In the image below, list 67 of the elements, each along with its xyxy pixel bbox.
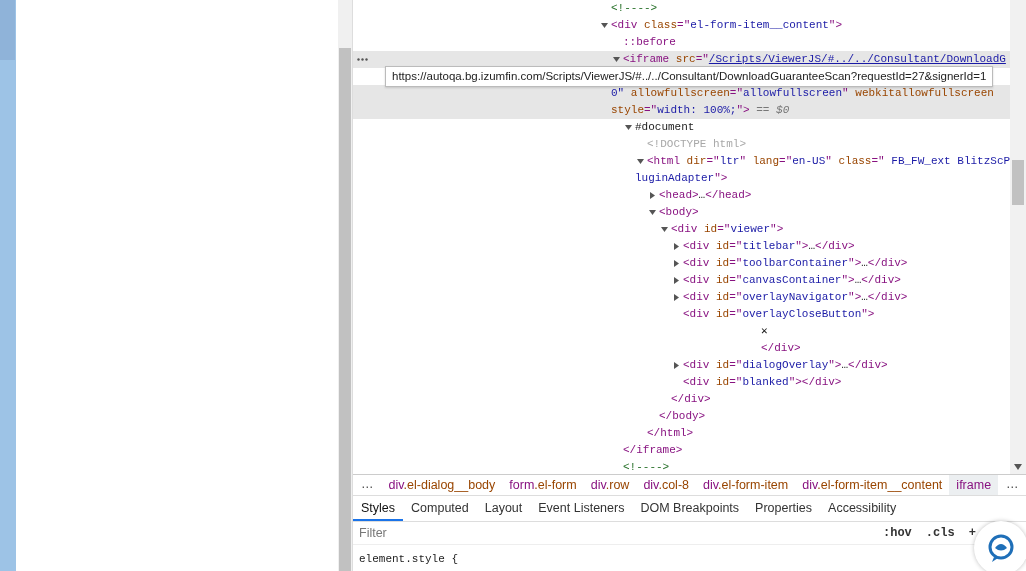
scrollbar[interactable]	[0, 0, 16, 571]
more-icon[interactable]	[357, 58, 368, 61]
breadcrumb-item[interactable]: div.col-8	[636, 475, 696, 495]
expanded-arrow-icon[interactable]	[649, 209, 656, 216]
expanded-arrow-icon[interactable]	[661, 226, 668, 233]
dom-node[interactable]: <html dir="ltr" lang="en-US" class=" FB_FW_ext BlitzScP	[647, 155, 1010, 167]
collapsed-arrow-icon[interactable]	[673, 294, 680, 301]
collapsed-arrow-icon[interactable]	[673, 243, 680, 250]
breadcrumb-item[interactable]: div.el-dialog__body	[381, 475, 503, 495]
dom-node[interactable]: ::before	[623, 36, 676, 48]
collapsed-arrow-icon[interactable]	[673, 362, 680, 369]
style-rule: element.style {	[359, 551, 459, 567]
dom-node[interactable]: <!---->	[623, 461, 670, 473]
breadcrumb-item[interactable]: form.el-form	[502, 475, 584, 495]
url-tooltip: https://autoqa.bg.izumfin.com/Scripts/ViewerJS/#../../Consultant/DownloadGuaranteeScan?requestId=27&signerId=1	[385, 66, 994, 87]
dom-node[interactable]: <head>…</head>	[659, 189, 752, 201]
expanded-arrow-icon[interactable]	[613, 56, 620, 63]
text-content: ✕	[761, 325, 768, 337]
expanded-arrow-icon[interactable]	[637, 158, 644, 165]
panel-tab[interactable]: Event Listeners	[530, 495, 633, 521]
dom-node[interactable]: <div id="viewer">	[671, 223, 784, 235]
dom-node[interactable]: <div id="overlayCloseButton">	[683, 308, 875, 320]
panel-tab[interactable]: Computed	[403, 495, 477, 521]
expanded-arrow-icon[interactable]	[625, 124, 632, 131]
closing-tag[interactable]: </div>	[761, 342, 801, 354]
collapsed-arrow-icon[interactable]	[673, 277, 680, 284]
panel-tab[interactable]: Accessibility	[820, 495, 905, 521]
panel-tab[interactable]: Properties	[747, 495, 821, 521]
scrollbar[interactable]	[338, 0, 352, 571]
dom-node[interactable]: <div id="dialogOverlay">…</div>	[683, 359, 888, 371]
toolbar-button[interactable]: +	[966, 523, 978, 542]
dom-node[interactable]: <div id="overlayNavigator">…</div>	[683, 291, 908, 303]
breadcrumb-item[interactable]: div.el-form-item__content	[795, 475, 950, 495]
scrollbar-thumb[interactable]	[339, 48, 351, 571]
breadcrumb-item[interactable]: div.row	[583, 475, 637, 495]
more-button[interactable]: …	[998, 475, 1026, 495]
expanded-arrow-icon[interactable]	[601, 22, 608, 29]
more-button[interactable]: …	[353, 475, 382, 495]
chat-button[interactable]	[974, 521, 1026, 571]
dom-node[interactable]: <div id="titlebar">…</div>	[683, 240, 855, 252]
closing-tag[interactable]: </body>	[659, 410, 706, 422]
dom-node[interactable]: <div id="canvasContainer">…</div>	[683, 274, 901, 286]
dom-node[interactable]: #document	[635, 121, 695, 133]
panel-tab[interactable]: Layout	[476, 495, 531, 521]
scroll-down-icon[interactable]	[1014, 464, 1022, 470]
panel-tab[interactable]: DOM Breakpoints	[632, 495, 748, 521]
scrollbar[interactable]	[1010, 0, 1026, 474]
chat-icon	[986, 533, 1016, 563]
scrollbar-thumb[interactable]	[1012, 160, 1024, 205]
dom-node[interactable]: <div id="blanked"></div>	[683, 376, 842, 388]
toolbar-button[interactable]: .cls	[923, 523, 957, 542]
closing-tag[interactable]: </div>	[671, 393, 711, 405]
closing-tag[interactable]: </html>	[647, 427, 694, 439]
dom-node[interactable]: <div id="toolbarContainer">…</div>	[683, 257, 908, 269]
panel-tab[interactable]: Styles	[353, 495, 404, 521]
breadcrumb-item[interactable]: div.el-form-item	[696, 475, 796, 495]
scrollbar-thumb[interactable]	[0, 0, 15, 60]
dom-node[interactable]: <body>	[659, 206, 699, 218]
collapsed-arrow-icon[interactable]	[673, 260, 680, 267]
collapsed-arrow-icon[interactable]	[649, 192, 656, 199]
dom-node[interactable]: <div class="el-form-item__content">	[611, 19, 843, 31]
dom-node[interactable]: <!---->	[611, 2, 658, 14]
dom-node[interactable]: style="width: 100%;"> == $0	[611, 104, 790, 116]
toolbar-button[interactable]: :hov	[881, 523, 914, 542]
closing-tag[interactable]: </iframe>	[623, 444, 683, 456]
dom-node[interactable]: luginAdapter">	[635, 172, 728, 184]
breadcrumb-item[interactable]: iframe	[949, 475, 999, 495]
